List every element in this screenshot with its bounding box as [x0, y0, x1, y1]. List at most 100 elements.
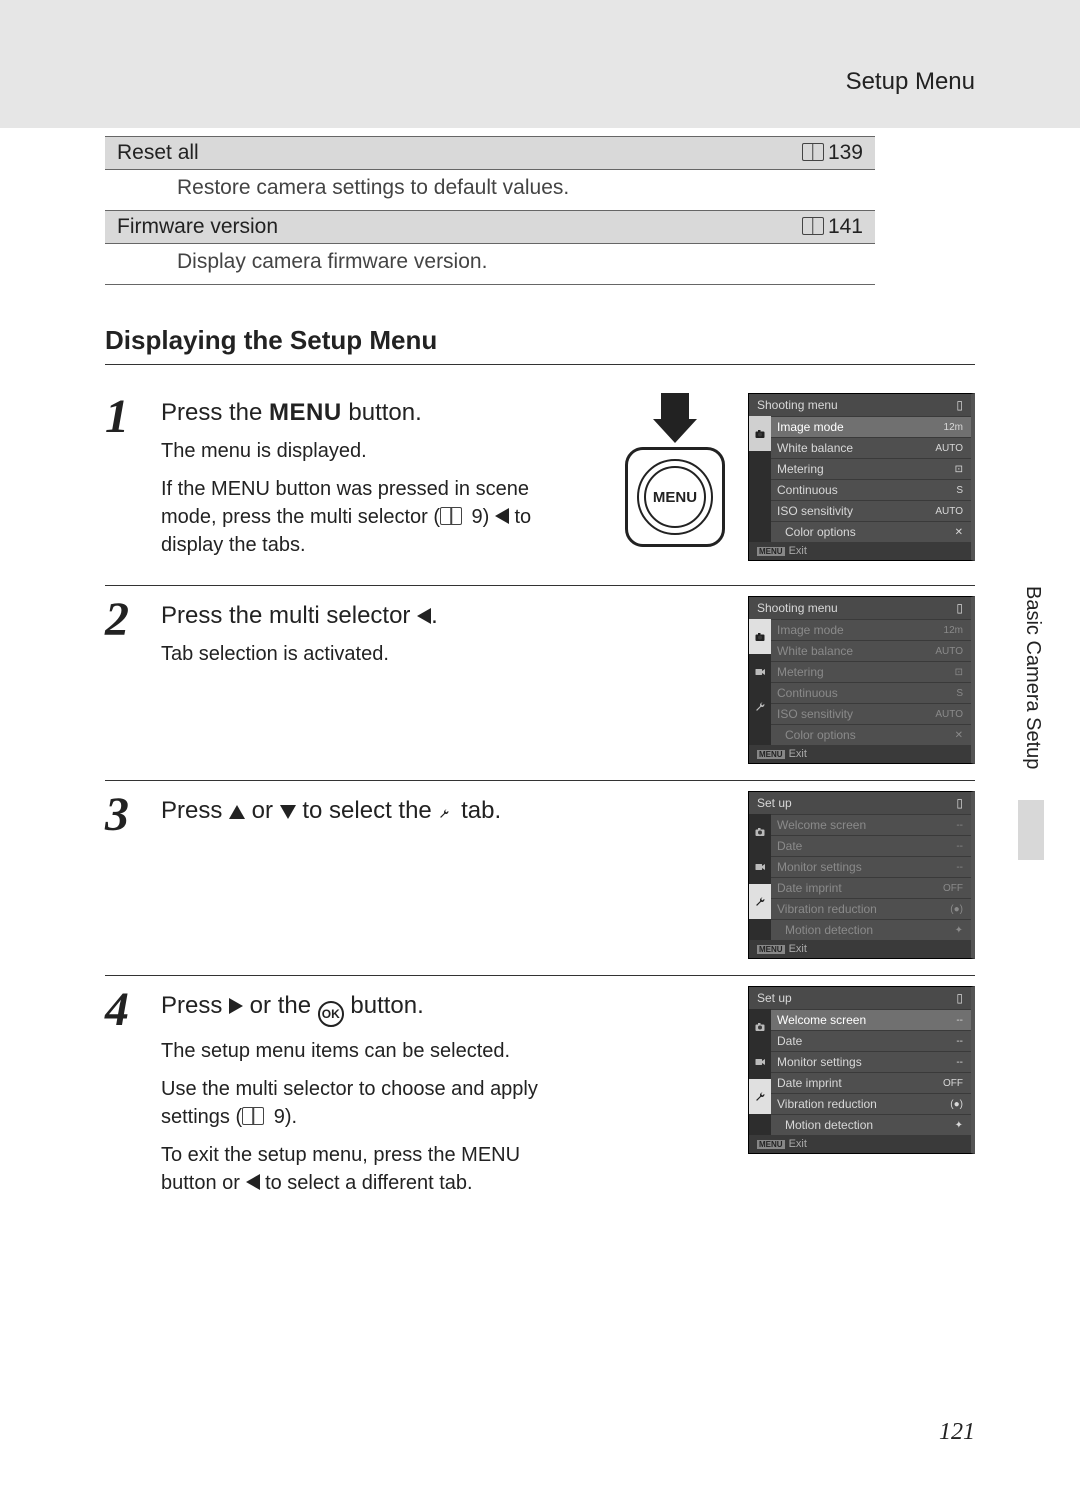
triangle-left-icon	[246, 1174, 260, 1190]
lcd-tab-camera	[749, 619, 771, 654]
step-text: If the MENU button was pressed in scene …	[161, 475, 561, 559]
step-text: Tab selection is activated.	[161, 640, 561, 668]
lcd-tab-camera	[749, 814, 771, 849]
step-3: 3Press or to select the tab.Set up▯Welco…	[105, 781, 975, 976]
ok-button-icon: OK	[318, 1001, 344, 1027]
lcd-row-value: --	[956, 862, 963, 873]
lcd-screenshot: Shooting menu▯Image mode12mWhite balance…	[748, 596, 975, 764]
lcd-row-label: Date imprint	[777, 881, 842, 895]
lcd-row: Monitor settings --	[771, 856, 971, 877]
menu-button-label: MENU	[653, 489, 697, 506]
lcd-row-label: Metering	[777, 462, 824, 476]
step-text: Use the multi selector to choose and app…	[161, 1075, 561, 1131]
lcd-row: Vibration reduction (●)	[771, 1093, 971, 1114]
lcd-row-label: Monitor settings	[777, 1055, 862, 1069]
lcd-row-label: Motion detection	[777, 923, 873, 937]
lcd-row-value: ⊡	[955, 464, 963, 475]
lcd-tab-movie	[749, 654, 771, 689]
lcd-row-label: Motion detection	[777, 1118, 873, 1132]
lcd-row: Vibration reduction(●)	[771, 898, 971, 919]
lcd-row-label: White balance	[777, 644, 853, 658]
lcd-row: ContinuousS	[771, 682, 971, 703]
lcd-row-value: --	[956, 841, 963, 852]
lcd-row-label: Date	[777, 1034, 802, 1048]
lcd-row-value: --	[956, 820, 963, 831]
lcd-row-label: Continuous	[777, 686, 838, 700]
triangle-up-icon	[229, 805, 245, 819]
lcd-row: Metering ⊡	[771, 458, 971, 479]
lcd-row: Motion detection ✦	[771, 919, 971, 940]
lcd-row-value: (●)	[950, 1099, 963, 1110]
step-number: 4	[105, 986, 147, 1207]
lcd-tab-wrench	[749, 1079, 771, 1114]
step-illustration: Set up▯Welcome screen-- Date -- Monitor set…	[748, 986, 975, 1207]
lcd-row: Metering⊡	[771, 661, 971, 682]
lcd-row-value: ✦	[955, 1120, 963, 1131]
lcd-row-value: --	[956, 1015, 963, 1026]
lcd-row-value: --	[956, 1057, 963, 1068]
lcd-row: Color options ✕	[771, 724, 971, 745]
lcd-tab-strip	[749, 1009, 771, 1135]
step-2: 2Press the multi selector .Tab selection…	[105, 586, 975, 781]
lcd-row: Image mode12m	[771, 619, 971, 640]
lcd-title: Set up▯	[749, 987, 971, 1009]
lcd-row-value: AUTO	[935, 506, 963, 517]
lcd-row: White balanceAUTO	[771, 437, 971, 458]
lcd-row: Color options✕	[771, 521, 971, 542]
lcd-tab-wrench	[749, 689, 771, 724]
lcd-row-value: ✦	[955, 925, 963, 936]
lcd-row-value: ✕	[955, 527, 963, 538]
lcd-row-value: ✕	[955, 730, 963, 741]
lcd-row-label: Welcome screen	[777, 818, 866, 832]
lcd-list: Image mode12mWhite balanceAUTOMetering⊡C…	[771, 416, 971, 542]
lcd-title: Shooting menu▯	[749, 597, 971, 619]
lcd-row-label: Monitor settings	[777, 860, 862, 874]
step-text: To exit the setup menu, press the MENU b…	[161, 1141, 561, 1197]
lcd-list: Welcome screen-- Date -- Monitor settings --…	[771, 1009, 971, 1135]
step-illustration: MENUShooting menu▯Image mode12mWhite bal…	[620, 393, 975, 569]
step-text: The setup menu items can be selected.	[161, 1037, 561, 1065]
step-number: 2	[105, 596, 147, 764]
lcd-row-label: ISO sensitivity	[777, 504, 853, 518]
menu-item-desc: Restore camera settings to default value…	[105, 170, 875, 211]
lcd-row: Date imprintOFF	[771, 877, 971, 898]
lcd-row-label: ISO sensitivity	[777, 707, 853, 721]
step-illustration: Set up▯Welcome screen--Date--Monitor set…	[748, 791, 975, 959]
lcd-row-label: Image mode	[777, 420, 844, 434]
menu-item-pageref: 139	[731, 137, 875, 170]
step-heading: Press or the OK button.	[161, 992, 734, 1027]
lcd-row-label: White balance	[777, 441, 853, 455]
lcd-row-label: Color options	[777, 728, 856, 742]
step-number: 3	[105, 791, 147, 959]
lcd-tab-movie	[749, 1044, 771, 1079]
lcd-tab-camera	[749, 416, 771, 451]
menu-item-name: Firmware version	[105, 211, 731, 244]
step-4: 4 Press or the OK button. The setup menu i…	[105, 976, 975, 1223]
lcd-exit-row: MENUExit	[749, 745, 971, 763]
setup-menu-table: Reset all139Restore camera settings to d…	[105, 136, 875, 285]
lcd-row: Date --	[771, 1030, 971, 1051]
lcd-screenshot: Set up▯Welcome screen--Date--Monitor set…	[748, 791, 975, 959]
lcd-screenshot: Shooting menu▯Image mode12mWhite balance…	[748, 393, 975, 561]
lcd-row: Date imprintOFF	[771, 1072, 971, 1093]
menu-button-illustration: MENU	[620, 393, 730, 547]
lcd-row-value: AUTO	[935, 709, 963, 720]
section-heading: Displaying the Setup Menu	[105, 325, 975, 356]
page-number: 121	[939, 1419, 975, 1446]
step-1: 1Press the MENU button.The menu is displ…	[105, 383, 975, 586]
step-heading: Press or to select the tab.	[161, 797, 734, 825]
lcd-row-label: Vibration reduction	[777, 1097, 877, 1111]
lcd-row-label: Date imprint	[777, 1076, 842, 1090]
menu-word: MENU	[269, 399, 342, 426]
lcd-row: Image mode12m	[771, 416, 971, 437]
lcd-row-value: ⊡	[955, 667, 963, 678]
menu-item-name: Reset all	[105, 137, 731, 170]
lcd-row: White balanceAUTO	[771, 640, 971, 661]
lcd-row: Welcome screen --	[771, 814, 971, 835]
triangle-right-icon	[229, 998, 243, 1014]
lcd-row-value: --	[956, 1036, 963, 1047]
lcd-row: Welcome screen--	[771, 1009, 971, 1030]
lcd-exit-row: MENUExit	[749, 940, 971, 958]
lcd-exit-row: MENUExit	[749, 542, 971, 560]
lcd-row-value: 12m	[944, 625, 963, 636]
